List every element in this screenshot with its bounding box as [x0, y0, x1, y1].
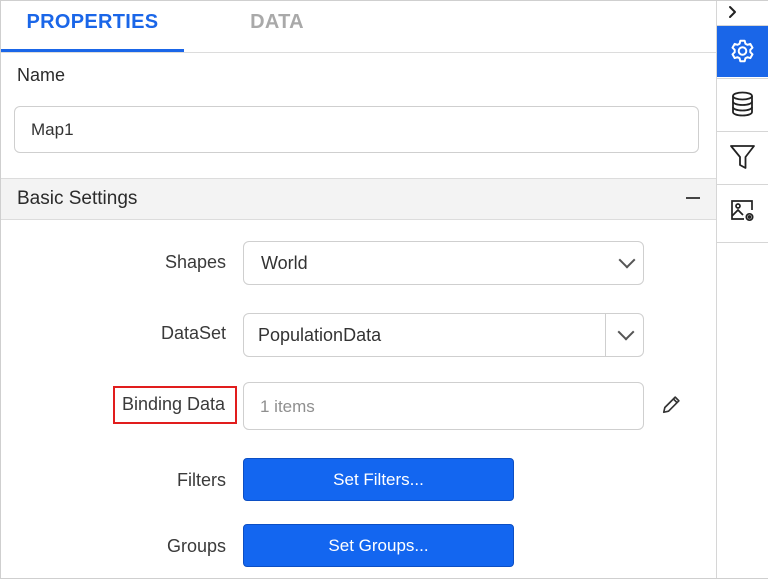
- side-rail: [716, 1, 768, 578]
- minus-icon[interactable]: [686, 197, 700, 199]
- binding-data-label: Binding Data: [122, 394, 226, 414]
- expand-rail-button[interactable]: [717, 1, 768, 25]
- properties-panel: PROPERTIES DATA Name Basic Settings Shap…: [1, 1, 716, 578]
- name-input[interactable]: [14, 106, 699, 153]
- shapes-value: World: [261, 253, 308, 273]
- shapes-dropdown[interactable]: World: [243, 241, 644, 285]
- tab-data[interactable]: DATA: [221, 1, 333, 49]
- dropdown-divider: [605, 314, 606, 356]
- tab-properties[interactable]: PROPERTIES: [1, 1, 184, 52]
- chevron-down-icon: [618, 251, 636, 269]
- rail-divider: [717, 242, 768, 243]
- shapes-label: Shapes: [164, 252, 226, 272]
- rail-properties-button[interactable]: [717, 25, 768, 77]
- database-icon: [732, 91, 753, 117]
- filter-icon: [730, 145, 755, 169]
- basic-settings-header[interactable]: Basic Settings: [1, 178, 716, 220]
- rail-data-button[interactable]: [717, 78, 768, 130]
- dataset-dropdown[interactable]: PopulationData: [243, 313, 644, 357]
- dataset-value: PopulationData: [258, 325, 382, 345]
- gear-icon: [731, 39, 754, 63]
- image-settings-icon: [731, 200, 754, 222]
- dataset-label: DataSet: [160, 323, 226, 343]
- binding-data-placeholder: 1 items: [260, 397, 315, 416]
- chevron-down-icon[interactable]: [617, 323, 635, 341]
- pencil-icon[interactable]: [661, 393, 683, 415]
- binding-data-input[interactable]: 1 items: [243, 382, 644, 430]
- binding-data-label-highlight: Binding Data: [113, 386, 237, 424]
- tab-bar: PROPERTIES DATA: [1, 1, 716, 53]
- name-label: Name: [17, 65, 66, 85]
- basic-settings-title: Basic Settings: [17, 188, 138, 209]
- filters-label: Filters: [177, 470, 226, 490]
- set-groups-button[interactable]: Set Groups...: [243, 524, 514, 567]
- rail-filter-button[interactable]: [717, 131, 768, 183]
- set-filters-button[interactable]: Set Filters...: [243, 458, 514, 501]
- app-frame: PROPERTIES DATA Name Basic Settings Shap…: [0, 0, 768, 579]
- groups-label: Groups: [166, 536, 226, 556]
- rail-image-settings-button[interactable]: [717, 184, 768, 236]
- chevron-right-icon: [729, 6, 736, 18]
